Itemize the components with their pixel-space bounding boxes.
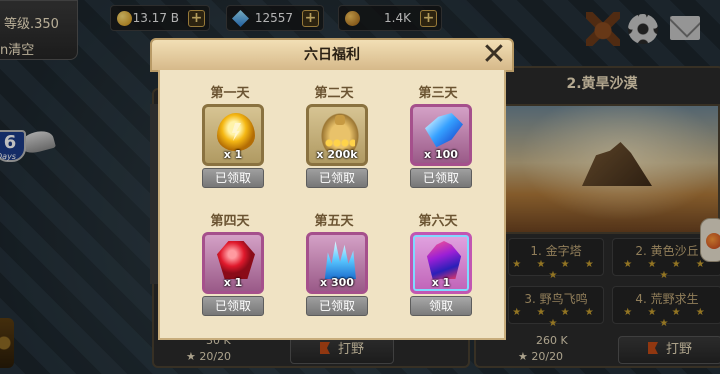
day-4-cell: 第四天 x 1 已领取 bbox=[190, 210, 270, 330]
day-label: 第一天 bbox=[210, 86, 250, 101]
reward-quantity: x 1 bbox=[223, 276, 243, 289]
reward-slot[interactable]: x 1 bbox=[202, 104, 264, 166]
day-label: 第四天 bbox=[210, 214, 250, 229]
day-label: 第二天 bbox=[314, 86, 354, 101]
day-label: 第三天 bbox=[418, 86, 458, 101]
day-2-cell: 第二天 x 200k 已领取 bbox=[294, 82, 374, 202]
day-1-cell: 第一天 x 1 已领取 bbox=[190, 82, 270, 202]
reward-slot[interactable]: x 300 bbox=[306, 232, 368, 294]
day-label: 第五天 bbox=[314, 214, 354, 229]
reward-quantity: x 1 bbox=[431, 276, 451, 289]
golden-egg-icon bbox=[217, 113, 255, 151]
reward-quantity: x 100 bbox=[424, 148, 458, 161]
claimed-button[interactable]: 已领取 bbox=[202, 168, 264, 188]
dialog-body: 第一天 x 1 已领取 第二天 x 200k 已领取 第三天 x 100 已领取 bbox=[158, 70, 506, 340]
reward-quantity: x 300 bbox=[320, 276, 354, 289]
prism-stone-icon bbox=[426, 241, 462, 279]
claimed-button[interactable]: 已领取 bbox=[306, 168, 368, 188]
blue-gem-icon bbox=[425, 113, 463, 148]
claimed-button[interactable]: 已领取 bbox=[202, 296, 264, 316]
dialog-header: 六日福利 ✕ bbox=[150, 38, 514, 72]
day-6-cell: 第六天 x 1 领取 bbox=[398, 210, 478, 330]
claimed-button[interactable]: 已领取 bbox=[306, 296, 368, 316]
day-5-cell: 第五天 x 300 已领取 bbox=[294, 210, 374, 330]
ruby-icon bbox=[217, 241, 255, 279]
crystal-icon bbox=[324, 241, 356, 279]
reward-slot[interactable]: x 200k bbox=[306, 104, 368, 166]
day-label: 第六天 bbox=[418, 214, 458, 229]
dialog-title: 六日福利 bbox=[304, 47, 360, 63]
reward-quantity: x 1 bbox=[223, 148, 243, 161]
close-icon[interactable]: ✕ bbox=[480, 40, 508, 70]
claim-button[interactable]: 领取 bbox=[410, 296, 472, 316]
day-3-cell: 第三天 x 100 已领取 bbox=[398, 82, 478, 202]
gold-bag-icon bbox=[321, 113, 359, 151]
reward-slot[interactable]: x 100 bbox=[410, 104, 472, 166]
reward-quantity: x 200k bbox=[316, 148, 358, 161]
claimed-button[interactable]: 已领取 bbox=[410, 168, 472, 188]
reward-slot[interactable]: x 1 bbox=[410, 232, 472, 294]
six-day-reward-dialog: 六日福利 ✕ 第一天 x 1 已领取 第二天 x 200k 已领取 第三天 x … bbox=[150, 38, 514, 340]
reward-slot[interactable]: x 1 bbox=[202, 232, 264, 294]
